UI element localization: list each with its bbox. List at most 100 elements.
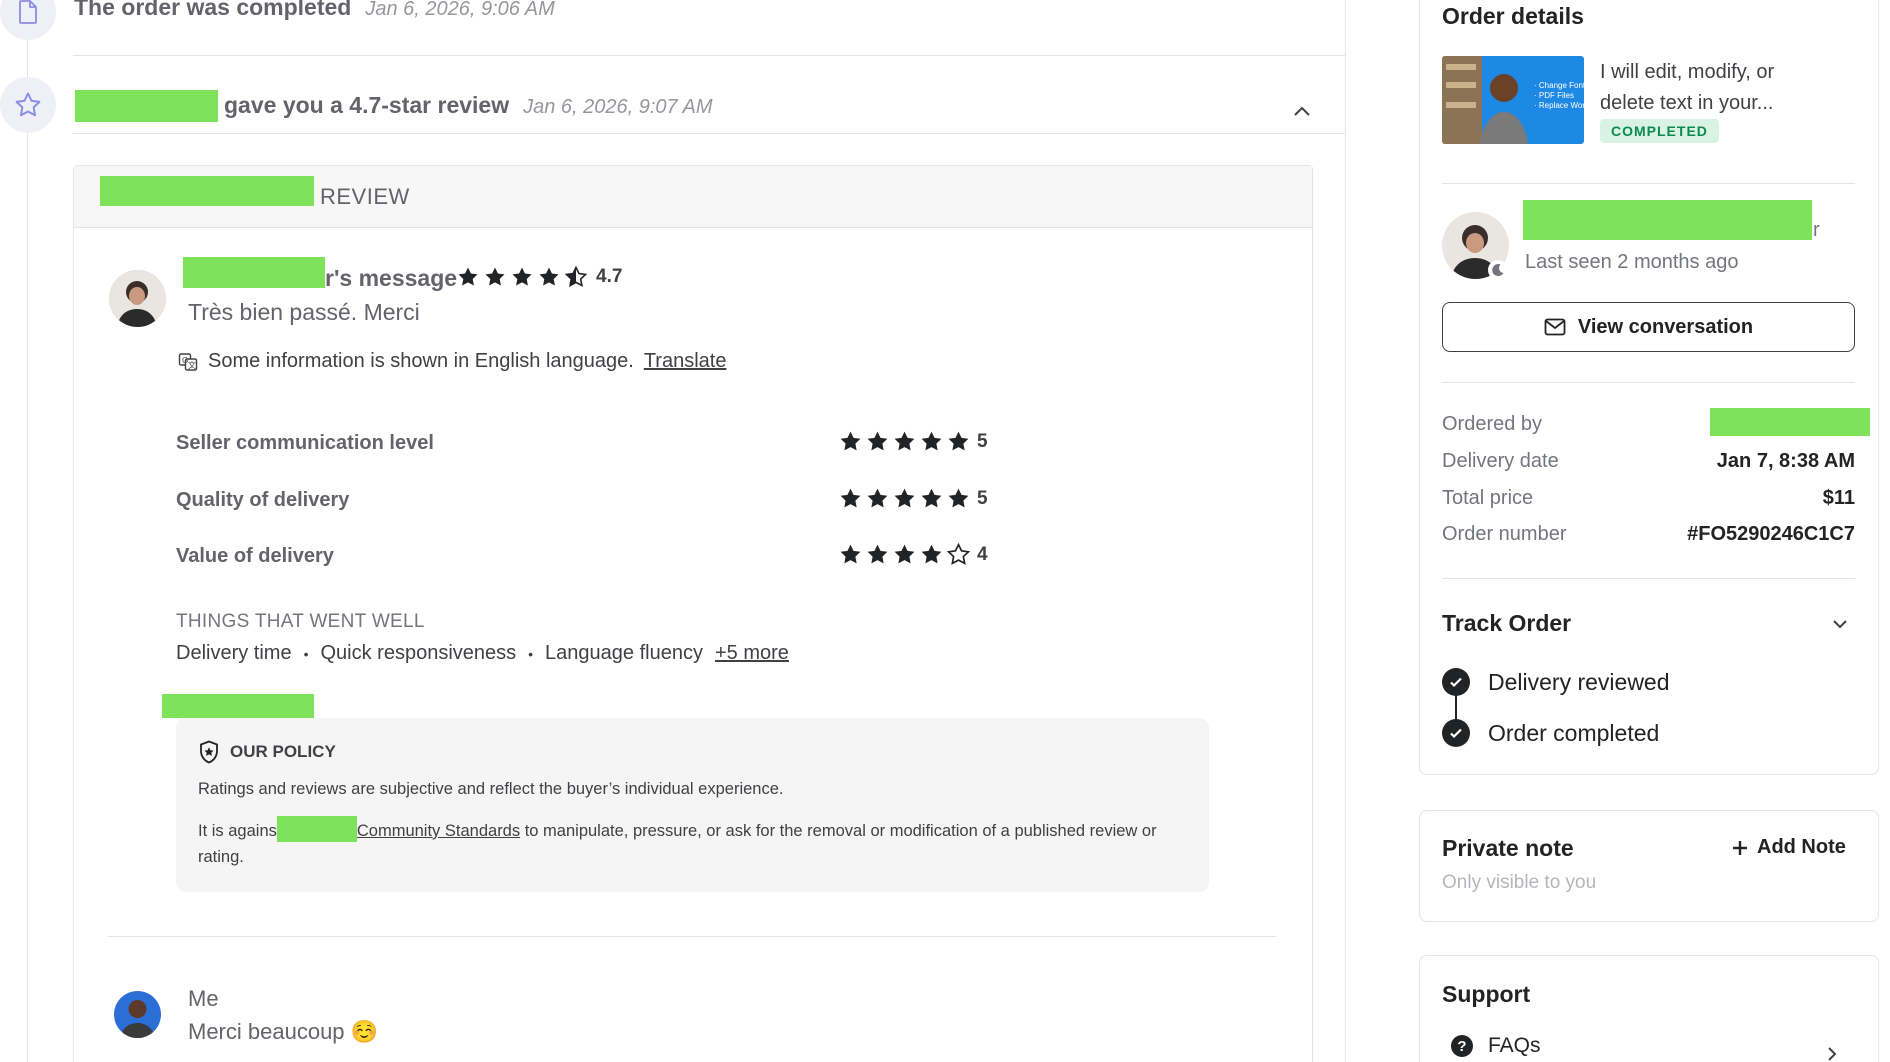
support-title: Support (1442, 981, 1531, 1007)
redacted-name (1710, 408, 1870, 436)
order-number-value: #FO5290246C1C7 (1687, 523, 1855, 545)
message-title: r's message (325, 265, 458, 291)
add-note-button[interactable]: Add Note (1731, 836, 1846, 859)
plus-icon (1731, 839, 1749, 857)
more-link[interactable]: +5 more (715, 642, 789, 665)
went-well-item: Quick responsiveness (320, 642, 517, 664)
panel-divider (1442, 382, 1855, 383)
last-seen: Last seen 2 months ago (1525, 251, 1739, 273)
star-filled-icon (485, 267, 505, 286)
star-half-icon (564, 265, 588, 287)
total-price-label: Total price (1442, 487, 1534, 509)
went-well-list: Delivery time • Quick responsiveness • L… (176, 642, 789, 665)
private-note-panel (1419, 810, 1879, 922)
star-filled-icon (921, 431, 942, 451)
star-filled-icon (840, 431, 861, 451)
svg-text:· Change Fonts: · Change Fonts (1534, 81, 1584, 90)
question-circle-icon: ? (1450, 1034, 1474, 1058)
translation-note-text: Some information is shown in English lan… (208, 350, 634, 372)
policy-paragraph: It is agains Community Standards to manip… (198, 816, 1188, 870)
rating-number: 5 (977, 430, 988, 452)
chevron-up-icon[interactable] (1290, 100, 1314, 124)
star-filled-icon (867, 488, 888, 508)
community-standards-link[interactable]: Community Standards (357, 822, 520, 840)
star-filled-icon (867, 431, 888, 451)
svg-text:· Replace Words: · Replace Words (1534, 101, 1584, 110)
avatar (114, 991, 161, 1038)
went-well-heading: THINGS THAT WENT WELL (176, 611, 425, 632)
rating-label: Seller communication level (176, 432, 434, 454)
star-filled-icon (948, 488, 969, 508)
rating-value: 4.7 (596, 266, 623, 287)
gig-title[interactable]: I will edit, modify, or delete text in y… (1600, 57, 1810, 119)
star-filled-icon (512, 267, 532, 286)
redacted-name (100, 176, 314, 206)
column-divider (1345, 0, 1346, 1062)
policy-box: OUR POLICY Ratings and reviews are subje… (176, 718, 1209, 892)
rating-stars: 5 (838, 486, 988, 511)
event-title: The order was completed (74, 0, 352, 20)
gig-thumbnail[interactable]: · Change Fonts· PDF Files· Replace Words (1442, 56, 1584, 144)
rating-number: 5 (977, 487, 988, 509)
review-header-label: REVIEW (320, 184, 410, 209)
delivery-date-label: Delivery date (1442, 450, 1559, 472)
star-filled-icon (921, 488, 942, 508)
timeline-divider (73, 133, 1345, 134)
redacted-name (1523, 200, 1812, 240)
star-filled-icon (948, 431, 969, 451)
rating-stars: 5 (838, 429, 988, 454)
envelope-icon (1544, 318, 1566, 336)
star-filled-icon (921, 544, 942, 564)
track-step-label: Delivery reviewed (1488, 668, 1670, 695)
event-title: gave you a 4.7-star review (224, 92, 510, 118)
buyer-name-suffix: r (1813, 219, 1820, 241)
translate-icon: G文 (178, 352, 198, 372)
event-date: Jan 6, 2026, 9:07 AM (523, 96, 713, 118)
card-divider (108, 936, 1276, 937)
svg-text:· PDF Files: · PDF Files (1534, 91, 1574, 100)
timeline-event-review: gave you a 4.7-star review Jan 6, 2026, … (224, 92, 713, 119)
panel-divider (1442, 578, 1855, 579)
star-filled-icon (458, 267, 478, 286)
add-note-label: Add Note (1757, 836, 1846, 858)
bullet-separator: • (528, 645, 534, 662)
star-filled-icon (840, 488, 861, 508)
track-step-label: Order completed (1488, 719, 1660, 746)
faq-link[interactable]: ? FAQs (1450, 1034, 1541, 1058)
star-filled-icon (894, 488, 915, 508)
view-conversation-label: View conversation (1577, 315, 1754, 338)
star-icon (0, 77, 56, 133)
check-circle-icon (1442, 668, 1470, 696)
message-rating: 4.7 (456, 265, 622, 289)
star-filled-icon (894, 544, 915, 564)
policy-heading-text: OUR POLICY (230, 742, 336, 761)
timeline-rail (27, 0, 28, 1062)
document-icon (0, 0, 56, 40)
policy-text: It is agains (198, 822, 277, 840)
delivery-date-value: Jan 7, 8:38 AM (1716, 450, 1855, 472)
private-note-title: Private note (1442, 835, 1574, 861)
policy-heading: OUR POLICY (198, 740, 336, 764)
message-text: Très bien passé. Merci (188, 299, 420, 325)
svg-text:文: 文 (188, 360, 196, 370)
away-status-icon (1488, 260, 1508, 280)
track-order-title[interactable]: Track Order (1442, 610, 1571, 637)
chevron-right-icon[interactable] (1822, 1044, 1842, 1062)
track-step: Delivery reviewed (1442, 668, 1670, 696)
event-date: Jan 6, 2026, 9:06 AM (365, 0, 555, 20)
panel-divider (1442, 183, 1855, 184)
order-details-title: Order details (1442, 3, 1584, 29)
star-filled-icon (894, 431, 915, 451)
view-conversation-button[interactable]: View conversation (1442, 302, 1855, 352)
redacted-text (276, 816, 357, 842)
ordered-by-label: Ordered by (1442, 413, 1543, 435)
chevron-down-icon[interactable] (1828, 612, 1852, 636)
timeline-event-completed: The order was completed Jan 6, 2026, 9:0… (74, 0, 555, 21)
order-number-label: Order number (1442, 523, 1567, 545)
translate-link[interactable]: Translate (644, 350, 727, 373)
star-empty-icon (946, 542, 971, 565)
faq-label: FAQs (1488, 1034, 1541, 1057)
went-well-item: Language fluency (545, 642, 703, 664)
rating-stars: 4 (838, 542, 988, 567)
shield-icon (198, 740, 220, 764)
